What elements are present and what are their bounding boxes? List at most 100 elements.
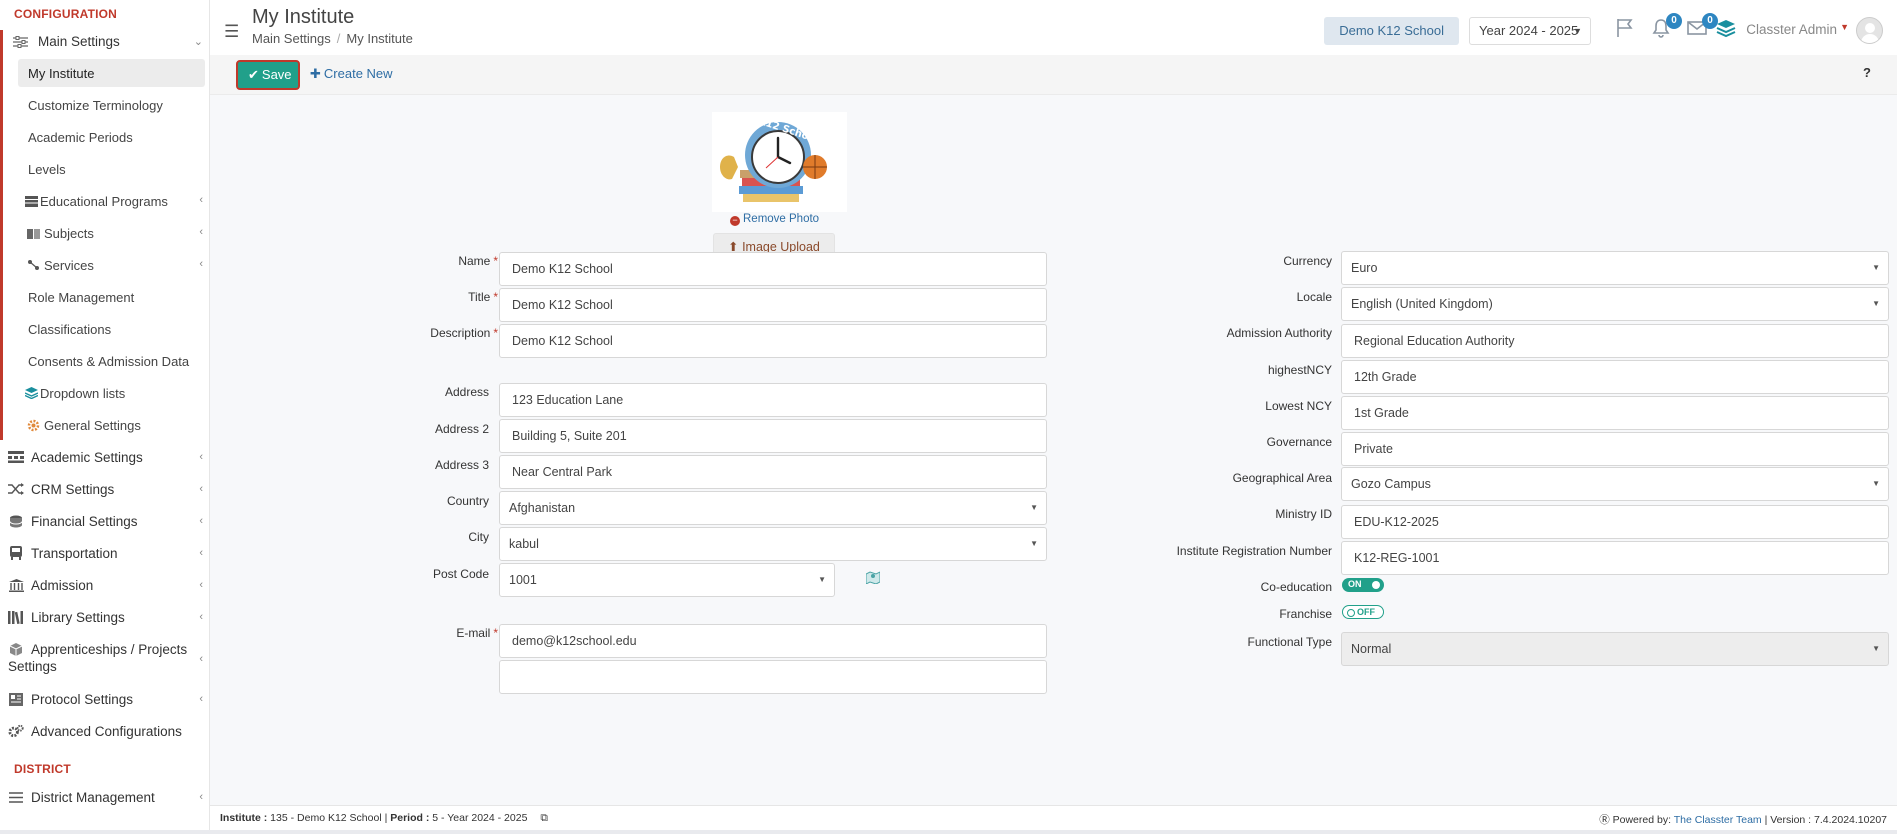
address3-input[interactable]: Near Central Park bbox=[499, 455, 1047, 489]
chevron-left-icon: ‹ bbox=[199, 791, 203, 803]
breadcrumb-parent[interactable]: Main Settings bbox=[252, 31, 331, 46]
required-mark: * bbox=[493, 254, 498, 268]
title-input[interactable]: Demo K12 School bbox=[499, 288, 1047, 322]
sidebar-item-dropdown-lists[interactable]: Dropdown lists bbox=[0, 377, 209, 409]
locale-select[interactable]: English (United Kingdom) ▼ bbox=[1341, 287, 1889, 321]
classter-logo-icon: Ⓡ bbox=[1599, 814, 1610, 826]
sidebar-item-label: District Management bbox=[31, 789, 155, 805]
list-icon bbox=[8, 790, 24, 804]
save-button[interactable]: ✔ Save bbox=[236, 60, 300, 90]
sidebar-item-academic-periods[interactable]: Academic Periods bbox=[0, 121, 209, 153]
sidebar-item-label: Library Settings bbox=[31, 609, 125, 625]
chevron-left-icon: ‹ bbox=[199, 194, 203, 206]
caret-down-icon[interactable]: ▼ bbox=[1840, 22, 1849, 32]
sidebar-item-label: Transportation bbox=[31, 545, 118, 561]
footer-context: Institute : 135 - Demo K12 School | Peri… bbox=[220, 812, 548, 825]
address2-input[interactable]: Building 5, Suite 201 bbox=[499, 419, 1047, 453]
sidebar-item-consents[interactable]: Consents & Admission Data bbox=[0, 345, 209, 377]
caret-down-icon: ▼ bbox=[1872, 263, 1880, 272]
layers-icon[interactable] bbox=[1715, 18, 1739, 42]
sliders-icon bbox=[12, 35, 28, 49]
locale-select-value: English (United Kingdom) bbox=[1351, 297, 1493, 311]
sidebar-item-classifications[interactable]: Classifications bbox=[0, 313, 209, 345]
sidebar-item-services[interactable]: Services ‹ bbox=[0, 249, 209, 281]
remove-photo-button[interactable]: − Remove Photo bbox=[730, 213, 819, 226]
school-selector[interactable]: Demo K12 School bbox=[1324, 17, 1459, 45]
country-select[interactable]: Afghanistan ▼ bbox=[499, 491, 1047, 525]
sidebar-item-crm-settings[interactable]: CRM Settings ‹ bbox=[0, 473, 209, 505]
sidebar-item-label: Academic Settings bbox=[31, 449, 143, 465]
shuffle-icon bbox=[8, 482, 24, 496]
sidebar-item-advanced-configurations[interactable]: Advanced Configurations bbox=[0, 715, 209, 747]
admission-authority-input[interactable]: Regional Education Authority bbox=[1341, 324, 1889, 358]
sidebar-item-transportation[interactable]: Transportation ‹ bbox=[0, 537, 209, 569]
registration-number-input[interactable]: K12-REG-1001 bbox=[1341, 541, 1889, 575]
address-input[interactable]: 123 Education Lane bbox=[499, 383, 1047, 417]
functional-type-select[interactable]: Normal ▼ bbox=[1341, 632, 1889, 666]
institution-icon bbox=[8, 578, 24, 592]
phone-input[interactable] bbox=[499, 660, 1047, 694]
create-new-button[interactable]: ✚ Create New bbox=[310, 66, 393, 82]
ministry-id-input[interactable]: EDU-K12-2025 bbox=[1341, 505, 1889, 539]
sidebar-item-district-management[interactable]: District Management ‹ bbox=[0, 781, 209, 813]
hamburger-menu-icon[interactable]: ☰ bbox=[224, 22, 239, 42]
flag-icon[interactable] bbox=[1615, 18, 1639, 42]
currency-select[interactable]: Euro ▼ bbox=[1341, 251, 1889, 285]
avatar[interactable] bbox=[1856, 17, 1883, 44]
lowest-ncy-input[interactable]: 1st Grade bbox=[1341, 396, 1889, 430]
email-input[interactable]: demo@k12school.edu bbox=[499, 624, 1047, 658]
book-icon bbox=[26, 227, 40, 239]
version-text: | Version : 7.4.2024.10207 bbox=[1764, 814, 1887, 826]
sidebar-item-label: Protocol Settings bbox=[31, 691, 134, 707]
sidebar-item-admission[interactable]: Admission ‹ bbox=[0, 569, 209, 601]
sidebar-item-academic-settings[interactable]: Academic Settings ‹ bbox=[0, 441, 209, 473]
country-label: Country bbox=[446, 494, 489, 508]
sidebar-item-my-institute[interactable]: My Institute bbox=[18, 59, 205, 87]
geographical-area-select[interactable]: Gozo Campus ▼ bbox=[1341, 467, 1889, 501]
sidebar-item-subjects[interactable]: Subjects ‹ bbox=[0, 217, 209, 249]
sidebar-item-main-settings[interactable]: Main Settings ⌄ bbox=[0, 26, 209, 57]
breadcrumb-separator: / bbox=[336, 31, 341, 46]
envelope-icon[interactable]: 0 bbox=[1687, 13, 1718, 42]
map-marker-icon[interactable] bbox=[865, 570, 881, 587]
user-name[interactable]: Classter Admin bbox=[1746, 22, 1837, 37]
sidebar-item-protocol-settings[interactable]: Protocol Settings ‹ bbox=[0, 683, 209, 715]
sidebar-item-apprenticeships[interactable]: Apprenticeships / Projects Settings ‹ bbox=[0, 633, 209, 683]
sidebar-item-financial-settings[interactable]: Financial Settings ‹ bbox=[0, 505, 209, 537]
email-label: E-mail * bbox=[456, 626, 498, 640]
title-label-text: Title bbox=[468, 290, 491, 304]
help-button[interactable]: ? bbox=[1863, 65, 1871, 80]
description-label-text: Description bbox=[430, 326, 491, 340]
chevron-left-icon: ‹ bbox=[199, 653, 203, 665]
chevron-left-icon: ‹ bbox=[199, 515, 203, 527]
bell-icon[interactable]: 0 bbox=[1651, 13, 1682, 42]
caret-down-icon: ▼ bbox=[1872, 479, 1880, 488]
classter-team-link[interactable]: The Classter Team bbox=[1674, 814, 1762, 826]
year-selector[interactable]: Year 2024 - 2025 ▼ bbox=[1469, 17, 1591, 45]
sidebar-item-role-management[interactable]: Role Management bbox=[0, 281, 209, 313]
caret-down-icon: ▼ bbox=[1872, 299, 1880, 308]
governance-input[interactable]: Private bbox=[1341, 432, 1889, 466]
franchise-toggle[interactable]: OFF bbox=[1342, 605, 1384, 619]
name-label-text: Name bbox=[458, 254, 491, 268]
franchise-label: Franchise bbox=[1279, 607, 1332, 621]
app-window: CONFIGURATION Main Settings ⌄ My Institu… bbox=[0, 0, 1897, 830]
sidebar-item-library-settings[interactable]: Library Settings ‹ bbox=[0, 601, 209, 633]
institute-label: Institute : bbox=[220, 812, 268, 824]
sidebar-item-customize-terminology[interactable]: Customize Terminology bbox=[0, 89, 209, 121]
cube-icon bbox=[8, 643, 24, 657]
sidebar-item-educational-programs[interactable]: Educational Programs ‹ bbox=[0, 185, 209, 217]
caret-down-icon: ▼ bbox=[818, 575, 826, 584]
description-input[interactable]: Demo K12 School bbox=[499, 324, 1047, 358]
ministry-id-label: Ministry ID bbox=[1275, 507, 1332, 521]
district-heading: DISTRICT bbox=[14, 762, 71, 776]
sidebar-item-levels[interactable]: Levels bbox=[0, 153, 209, 185]
highest-ncy-input[interactable]: 12th Grade bbox=[1341, 360, 1889, 394]
name-input[interactable]: Demo K12 School bbox=[499, 252, 1047, 286]
postcode-select[interactable]: 1001 ▼ bbox=[499, 563, 835, 597]
copy-icon[interactable]: ⧉ bbox=[540, 812, 548, 824]
city-select[interactable]: kabul ▼ bbox=[499, 527, 1047, 561]
coeducation-toggle[interactable]: ON bbox=[1342, 578, 1384, 592]
sidebar-item-general-settings[interactable]: General Settings bbox=[0, 409, 209, 441]
powered-by-label: Powered by: bbox=[1612, 814, 1671, 826]
